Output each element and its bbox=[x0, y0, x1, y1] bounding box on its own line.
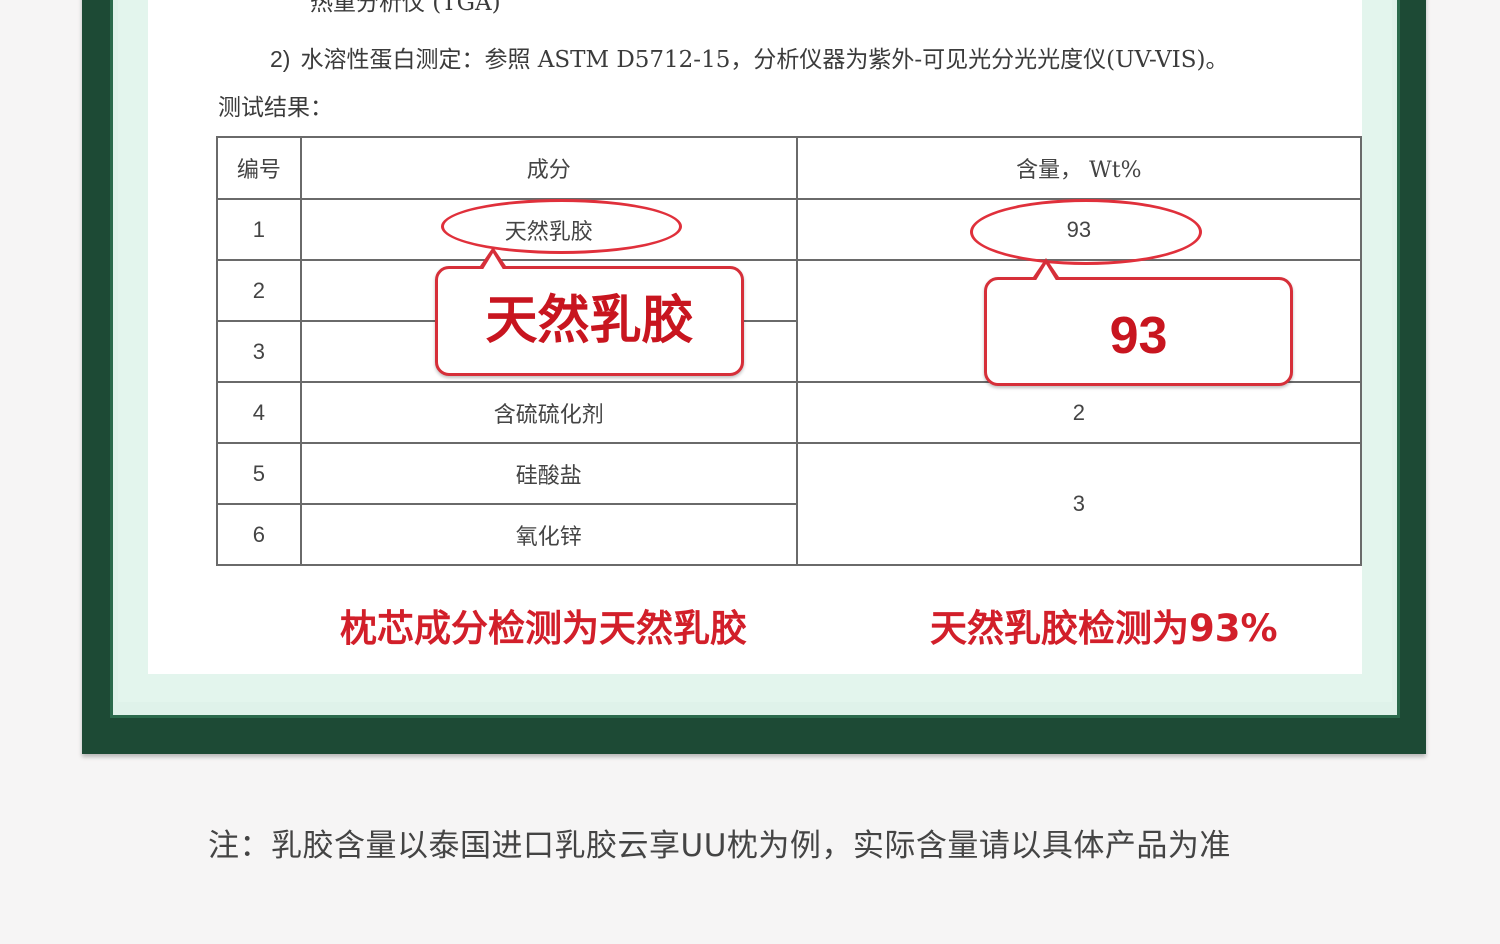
row-number: 5 bbox=[216, 442, 302, 505]
caption-component: 枕芯成分检测为天然乳胶 bbox=[340, 607, 747, 650]
footnote: 注：乳胶含量以泰国进口乳胶云享UU枕为例，实际含量请以具体产品为准 bbox=[208, 828, 1231, 864]
water-soluble-protein-method: 2) 水溶性蛋白测定：参照 ASTM D5712-15，分析仪器为紫外-可见光分光… bbox=[270, 40, 1229, 74]
tga-method-line: 热重分析仪 (TGA) bbox=[310, 0, 501, 16]
header-component: 成分 bbox=[299, 136, 798, 200]
row-number: 3 bbox=[216, 320, 302, 383]
row-component: 氧化锌 bbox=[299, 503, 798, 566]
row-number: 1 bbox=[216, 198, 302, 261]
row-component: 硅酸盐 bbox=[299, 442, 798, 505]
results-label: 测试结果： bbox=[218, 95, 333, 121]
callout-natural-latex: 天然乳胶 bbox=[435, 247, 744, 376]
row-component: 含硫硫化剂 bbox=[299, 381, 798, 444]
row-number: 6 bbox=[216, 503, 302, 566]
callout-pointer-fill bbox=[1035, 264, 1057, 282]
caption-content: 天然乳胶检测为93% bbox=[930, 607, 1278, 650]
table-header-row: 编号 成分 含量， Wt% bbox=[216, 136, 1362, 200]
row-number: 4 bbox=[216, 381, 302, 444]
highlight-ellipse-content bbox=[970, 199, 1202, 265]
callout-content-93: 93 bbox=[984, 258, 1293, 386]
callout-label: 天然乳胶 bbox=[485, 291, 694, 351]
header-content: 含量， Wt% bbox=[795, 136, 1362, 200]
highlight-ellipse-component bbox=[441, 199, 682, 254]
item-number: 2) bbox=[270, 46, 291, 72]
header-number: 编号 bbox=[216, 136, 302, 200]
row-content: 3 bbox=[795, 442, 1362, 566]
callout-label: 93 bbox=[1109, 307, 1168, 365]
row-number: 2 bbox=[216, 259, 302, 322]
callout-pointer-fill bbox=[482, 253, 504, 271]
table-row: 5 硅酸盐 3 bbox=[216, 442, 1362, 566]
row-content: 2 bbox=[795, 381, 1362, 444]
item-text: 水溶性蛋白测定：参照 ASTM D5712-15，分析仪器为紫外-可见光分光光度… bbox=[300, 47, 1229, 73]
table-row: 4 含硫硫化剂 2 bbox=[216, 381, 1362, 444]
